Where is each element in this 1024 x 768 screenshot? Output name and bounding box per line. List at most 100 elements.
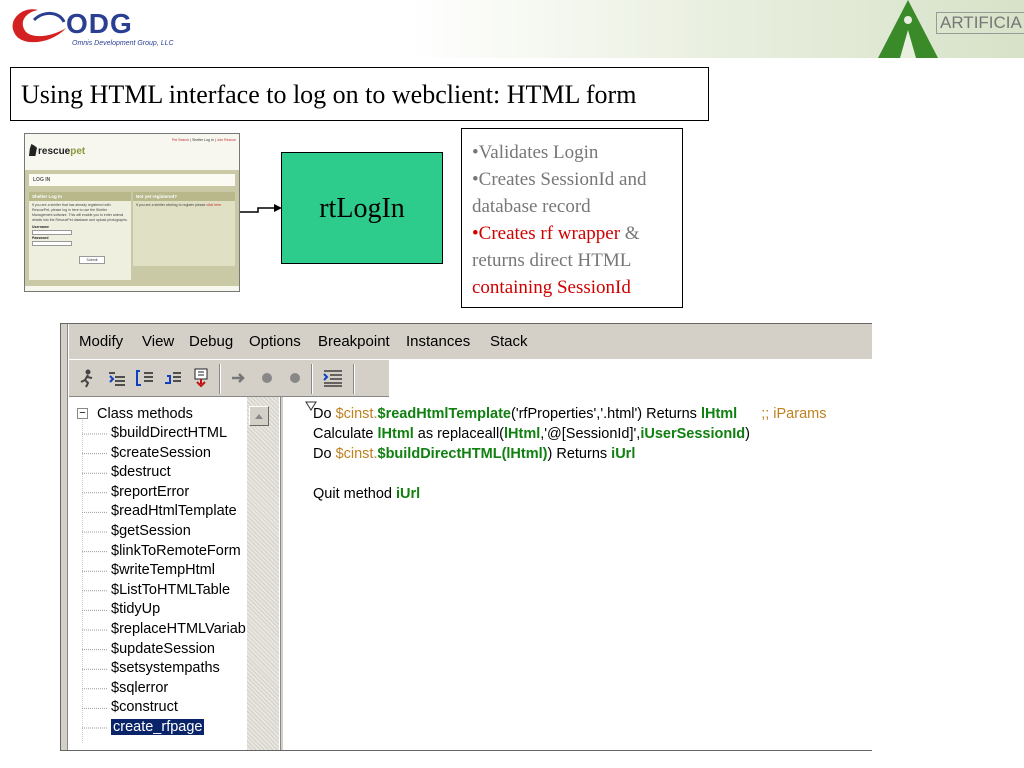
- rescuepet-logo: rescuepet: [29, 144, 85, 157]
- record-icon-2[interactable]: [283, 366, 307, 390]
- method-editor-window: Modify View Debug Options Breakpoint Ins…: [60, 323, 872, 751]
- code-line-3[interactable]: Do $cinst.$buildDirectHTML(lHtml)) Retur…: [313, 446, 635, 462]
- code-text: ): [745, 426, 750, 442]
- menu-breakpoint[interactable]: Breakpoint: [318, 333, 390, 350]
- code-variable: iUrl: [611, 446, 636, 462]
- username-input[interactable]: [32, 230, 72, 235]
- menu-stack[interactable]: Stack: [490, 333, 528, 350]
- tree-item-method[interactable]: $buildDirectHTML: [111, 425, 227, 441]
- tree-item-method[interactable]: $linkToRemoteForm: [111, 543, 241, 559]
- indent-icon[interactable]: [321, 366, 345, 390]
- go-arrow-icon[interactable]: [227, 366, 251, 390]
- code-variable: lHtml: [504, 426, 541, 442]
- slide-header: ODG Omnis Development Group, LLC ARTIFIC…: [0, 0, 1024, 58]
- menu-modify[interactable]: Modify: [79, 333, 123, 350]
- toolbar-separator-3: [353, 364, 355, 394]
- code-variable: lHtml: [377, 426, 414, 442]
- code-text: as replaceall(: [413, 426, 504, 442]
- tree-item-method[interactable]: $reportError: [111, 484, 189, 500]
- rtlogin-box: rtLogIn: [281, 152, 443, 264]
- artificia-logo-text: ARTIFICIA: [936, 12, 1024, 34]
- tree-item-method[interactable]: $readHtmlTemplate: [111, 503, 237, 519]
- code-object: $cinst.: [335, 446, 378, 462]
- shelter-login-panel: Shelter Log In If you are a shelter that…: [29, 192, 131, 280]
- tree-scrollbar[interactable]: [247, 397, 279, 750]
- tree-item-method[interactable]: $replaceHTMLVariab: [111, 621, 246, 637]
- tree-item-method[interactable]: $createSession: [111, 445, 211, 461]
- password-input[interactable]: [32, 241, 72, 246]
- menu-bar: Modify View Debug Options Breakpoint Ins…: [69, 324, 872, 359]
- runner-icon[interactable]: [75, 366, 99, 390]
- record-icon[interactable]: [255, 366, 279, 390]
- odg-swoosh-icon: [12, 9, 67, 43]
- toolbar-separator: [219, 364, 221, 394]
- odg-logo-subtitle: Omnis Development Group, LLC: [72, 40, 174, 47]
- scroll-up-button[interactable]: [249, 406, 269, 426]
- tree-item-method[interactable]: $getSession: [111, 523, 191, 539]
- code-text: ) Returns: [547, 446, 612, 462]
- bullet-creates-session: •Creates SessionId and database record: [472, 169, 647, 217]
- breakpoint-down-icon[interactable]: [189, 366, 213, 390]
- bullet-validates-login: •Validates Login: [472, 142, 599, 163]
- code-keyword: Do: [313, 406, 336, 422]
- nav-join-link[interactable]: Join Rescue: [217, 138, 236, 142]
- code-line-1[interactable]: Do $cinst.$readHtmlTemplate('rfPropertie…: [313, 406, 826, 422]
- tree-item-method[interactable]: $updateSession: [111, 641, 215, 657]
- code-comment: ;; iParams: [761, 406, 827, 422]
- register-panel: Not yet registered? If you are a shelter…: [133, 192, 235, 266]
- login-heading: LOG IN: [29, 174, 235, 186]
- bullet-creates-wrapper: •Creates rf wrapper & returns direct HTM…: [472, 220, 682, 274]
- tree-collapse-toggle[interactable]: −: [77, 408, 88, 419]
- tree-root-class-methods[interactable]: Class methods: [97, 406, 193, 422]
- menu-instances[interactable]: Instances: [406, 333, 470, 350]
- code-line-4[interactable]: Quit method iUrl: [313, 486, 420, 502]
- nav-shelter-login-link[interactable]: | Shelter Log In |: [189, 138, 217, 142]
- bullet-containing-sessionid: containing SessionId: [472, 277, 631, 298]
- nav-pet-search-link[interactable]: Pet Search: [172, 138, 189, 142]
- feature-bullets: •Validates Login •Creates SessionId and …: [461, 128, 683, 308]
- menu-options[interactable]: Options: [249, 333, 301, 350]
- toolbar-blank-area: [389, 360, 872, 398]
- code-variable: lHtml: [700, 406, 738, 422]
- odg-logo: ODG Omnis Development Group, LLC: [4, 2, 174, 52]
- tree-item-method[interactable]: $writeTempHtml: [111, 562, 215, 578]
- step-out-icon[interactable]: [161, 366, 185, 390]
- tree-item-method[interactable]: $destruct: [111, 464, 171, 480]
- tree-item-method[interactable]: $sqlerror: [111, 680, 168, 696]
- thumbnail-nav: Pet Search | Shelter Log In | Join Rescu…: [172, 138, 236, 142]
- password-label: Password: [32, 236, 49, 240]
- code-method: $readHtmlTemplate: [377, 406, 512, 422]
- bullet-wrapper-text: •Creates rf wrapper: [472, 223, 621, 244]
- register-heading: Not yet registered?: [133, 192, 235, 201]
- step-over-icon[interactable]: [133, 366, 157, 390]
- code-line-2[interactable]: Calculate lHtml as replaceall(lHtml,'@[S…: [313, 426, 750, 442]
- odg-logo-text: ODG: [66, 8, 133, 39]
- tree-item-method[interactable]: $tidyUp: [111, 601, 160, 617]
- flow-arrow: [240, 204, 282, 213]
- code-object: $cinst.: [335, 406, 378, 422]
- code-method: $buildDirectHTML: [377, 446, 502, 462]
- menu-debug[interactable]: Debug: [189, 333, 233, 350]
- rescuepet-logo-word1: rescue: [38, 146, 71, 157]
- code-editor[interactable]: Do $cinst.$readHtmlTemplate('rfPropertie…: [283, 397, 872, 750]
- rescuepet-logo-word2: pet: [70, 146, 86, 157]
- tree-item-method[interactable]: $ListToHTMLTable: [111, 582, 230, 598]
- window-left-edge: [61, 324, 68, 750]
- dog-icon: [29, 144, 37, 156]
- code-args: ('rfProperties','.html') Returns: [511, 406, 701, 422]
- slide-title: Using HTML interface to log on to webcli…: [21, 80, 637, 109]
- tree-connector-lines: [82, 420, 108, 744]
- tree-item-method[interactable]: create_rfpage: [111, 719, 205, 735]
- submit-button[interactable]: Submit: [79, 256, 105, 264]
- debug-toolbar: [69, 359, 872, 398]
- step-in-icon[interactable]: [105, 366, 129, 390]
- register-text: If you are a shelter wishing to register…: [136, 203, 206, 207]
- register-link[interactable]: click here: [206, 203, 221, 207]
- tree-item-method[interactable]: $construct: [111, 699, 178, 715]
- slide-title-box: Using HTML interface to log on to webcli…: [10, 67, 709, 121]
- code-keyword: Do: [313, 446, 336, 462]
- menu-view[interactable]: View: [142, 333, 174, 350]
- tree-item-method[interactable]: $setsystempaths: [111, 660, 220, 676]
- shelter-login-heading: Shelter Log In: [29, 192, 131, 201]
- code-variable: lHtml: [506, 446, 543, 462]
